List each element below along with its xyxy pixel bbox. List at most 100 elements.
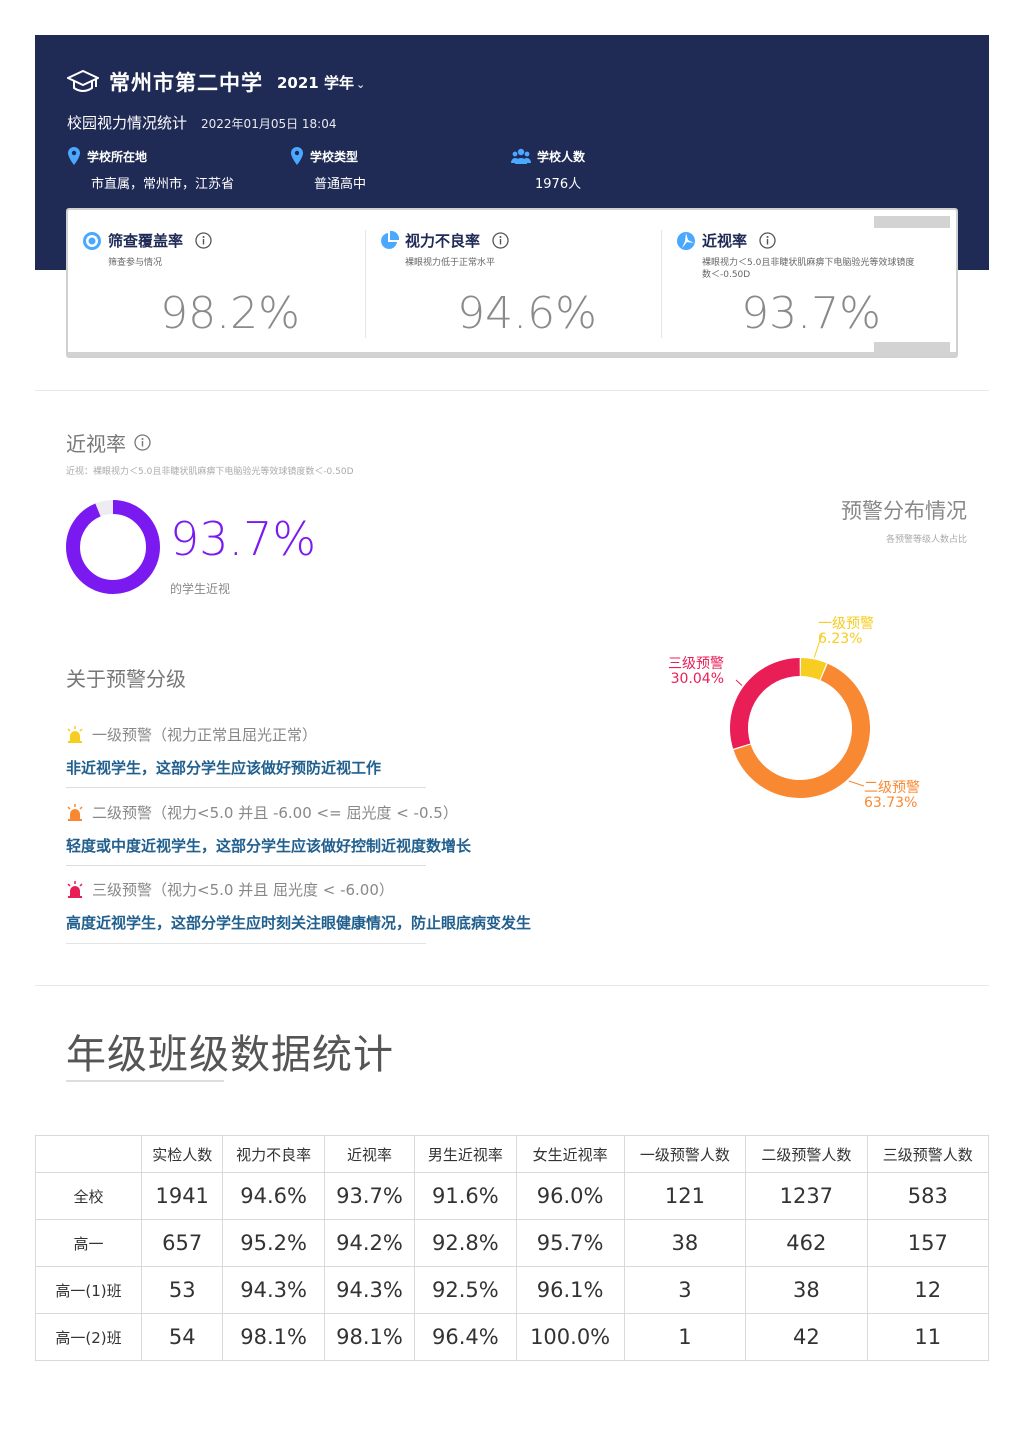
- donut-slice: [730, 658, 800, 749]
- table-cell: 95.7%: [515, 1219, 625, 1267]
- table-header-row: 实检人数 视力不良率 近视率 男生近视率 女生近视率 一级预警人数 二级预警人数…: [35, 1135, 990, 1173]
- table-cell: 91.6%: [414, 1172, 517, 1220]
- kpi-card: 筛查覆盖率 筛查参与情况 98.2% 视力不良率 裸眼视力低于正常水平 94.6…: [66, 208, 958, 358]
- info-label: 学校人数: [537, 149, 586, 164]
- table-cell: 96.4%: [414, 1313, 517, 1361]
- table-cell: 98.1%: [222, 1313, 325, 1361]
- distribution-title: 预警分布情况: [841, 499, 967, 523]
- slice-category-label: 三级预警: [668, 656, 724, 672]
- kpi-divider: [365, 230, 366, 338]
- column-header: 视力不良率: [222, 1135, 325, 1173]
- table-cell: 42: [745, 1313, 868, 1361]
- school-title-row: 常州市第二中学 2021 学年 ⌄: [67, 67, 365, 97]
- table-row: 全校 1941 94.6% 93.7% 91.6% 96.0% 121 1237…: [35, 1172, 990, 1220]
- grade-stats-title: 年级班级数据统计: [66, 1032, 394, 1078]
- info-value: 市直属，常州市，江苏省: [91, 177, 235, 192]
- table-cell: 38: [623, 1219, 747, 1267]
- people-icon: [511, 148, 531, 164]
- table-cell: 94.2%: [323, 1219, 416, 1267]
- table-cell: 94.3%: [323, 1266, 416, 1314]
- table-cell: 11: [866, 1313, 990, 1361]
- info-value: 普通高中: [314, 177, 367, 192]
- warning-divider: [66, 943, 426, 944]
- table-cell: 3: [623, 1266, 747, 1314]
- pie-icon: [381, 230, 399, 249]
- ring-value-arc: [66, 500, 160, 594]
- table-cell: 1237: [745, 1172, 868, 1220]
- warning-label: 二级预警（视力<5.0 并且 -6.00 <= 屈光度 < -0.5）: [92, 804, 458, 822]
- table-cell: 53: [140, 1266, 224, 1314]
- table-row: 高一(1)班 53 94.3% 94.3% 92.5% 96.1% 3 38 1…: [35, 1266, 990, 1314]
- kpi-value: 98.2%: [160, 288, 300, 339]
- kpi-title: 近视率: [702, 232, 748, 250]
- info-icon[interactable]: [492, 232, 509, 249]
- table-cell: 92.8%: [414, 1219, 517, 1267]
- table-cell: 98.1%: [323, 1313, 416, 1361]
- info-label: 学校所在地: [87, 149, 148, 164]
- info-icon[interactable]: [759, 232, 776, 249]
- location-pin-icon: [68, 147, 80, 165]
- slice-category-label: 二级预警: [864, 780, 920, 796]
- slice-leader-line: [735, 679, 743, 686]
- table-row: 高一 657 95.2% 94.2% 92.8% 95.7% 38 462 15…: [35, 1219, 990, 1267]
- myopia-caption: 的学生近视: [170, 582, 231, 596]
- table-cell: 96.0%: [515, 1172, 625, 1220]
- myopia-title-label: 近视率: [66, 432, 126, 456]
- kpi-desc: 裸眼视力低于正常水平: [405, 258, 496, 268]
- myopia-desc: 近视：裸眼视力＜5.0且非睫状肌麻痹下电脑验光等效球镜度数＜-0.50D: [66, 467, 354, 477]
- table-cell: 93.7%: [323, 1172, 416, 1220]
- table-cell: 100.0%: [515, 1313, 625, 1361]
- section-divider: [35, 985, 989, 986]
- distribution-subtitle: 各预警等级人数占比: [885, 535, 967, 545]
- card-decoration: [874, 216, 950, 228]
- myopia-percent: 93.7%: [170, 512, 317, 566]
- kpi-desc: 筛查参与情况: [108, 258, 163, 268]
- aperture-icon: [677, 231, 695, 250]
- slice-category-label: 一级预警: [818, 616, 874, 632]
- column-header: 一级预警人数: [623, 1135, 747, 1173]
- info-type: 学校类型 普通高中: [290, 147, 366, 192]
- column-header: 近视率: [323, 1135, 416, 1173]
- year-selector[interactable]: 2021 学年 ⌄: [277, 72, 365, 93]
- grade-stats-table: 实检人数 视力不良率 近视率 男生近视率 女生近视率 一级预警人数 二级预警人数…: [35, 1135, 990, 1361]
- slice-value-label: 63.73%: [864, 795, 917, 811]
- warning-levels-title: 关于预警分级: [66, 667, 186, 691]
- table-cell: 12: [866, 1266, 990, 1314]
- column-header: 实检人数: [140, 1135, 224, 1173]
- row-label: 高一(2)班: [35, 1313, 142, 1361]
- table-row: 高一(2)班 54 98.1% 98.1% 96.4% 100.0% 1 42 …: [35, 1313, 990, 1361]
- report-subtitle: 校园视力情况统计: [67, 114, 188, 132]
- kpi-value: 93.7%: [741, 288, 881, 339]
- graduation-cap-icon: [67, 69, 99, 92]
- warning-level-3: 三级预警（视力<5.0 并且 屈光度 < -6.00） 高度近视学生，这部分学生…: [66, 879, 531, 933]
- warning-desc: 非近视学生，这部分学生应该做好预防近视工作: [66, 759, 382, 777]
- kpi-poor-vision: 视力不良率 裸眼视力低于正常水平 94.6%: [379, 230, 675, 345]
- column-header: [35, 1135, 142, 1173]
- warning-divider: [66, 865, 426, 866]
- kpi-divider: [661, 230, 662, 338]
- warning-level-2: 二级预警（视力<5.0 并且 -6.00 <= 屈光度 < -0.5） 轻度或中…: [66, 802, 471, 856]
- target-icon: [83, 231, 101, 250]
- slice-leader-line: [848, 780, 865, 787]
- title-underline: [66, 1080, 224, 1082]
- warning-level-1: 一级预警（视力正常且屈光正常） 非近视学生，这部分学生应该做好预防近视工作: [66, 724, 381, 778]
- myopia-ring-chart: [66, 500, 160, 594]
- table-cell: 1: [623, 1313, 747, 1361]
- info-icon[interactable]: [195, 232, 212, 249]
- row-label: 高一(1)班: [35, 1266, 142, 1314]
- subtitle-row: 校园视力情况统计 2022年01月05日 18:04: [67, 112, 337, 133]
- table-cell: 54: [140, 1313, 224, 1361]
- slice-value-label: 6.23%: [818, 631, 862, 647]
- location-pin-icon: [291, 147, 303, 165]
- myopia-title: 近视率: [66, 428, 151, 457]
- alarm-light-icon: [67, 803, 83, 821]
- alarm-light-icon: [67, 880, 83, 898]
- warning-desc: 轻度或中度近视学生，这部分学生应该做好控制近视度数增长: [66, 837, 472, 855]
- slice-value-label: 30.04%: [671, 671, 724, 687]
- info-icon[interactable]: [134, 434, 151, 451]
- table-cell: 96.1%: [515, 1266, 625, 1314]
- warning-divider: [66, 787, 426, 788]
- kpi-coverage: 筛查覆盖率 筛查参与情况 98.2%: [82, 230, 378, 345]
- warning-label: 一级预警（视力正常且屈光正常）: [92, 726, 318, 744]
- chevron-down-icon: ⌄: [355, 77, 366, 91]
